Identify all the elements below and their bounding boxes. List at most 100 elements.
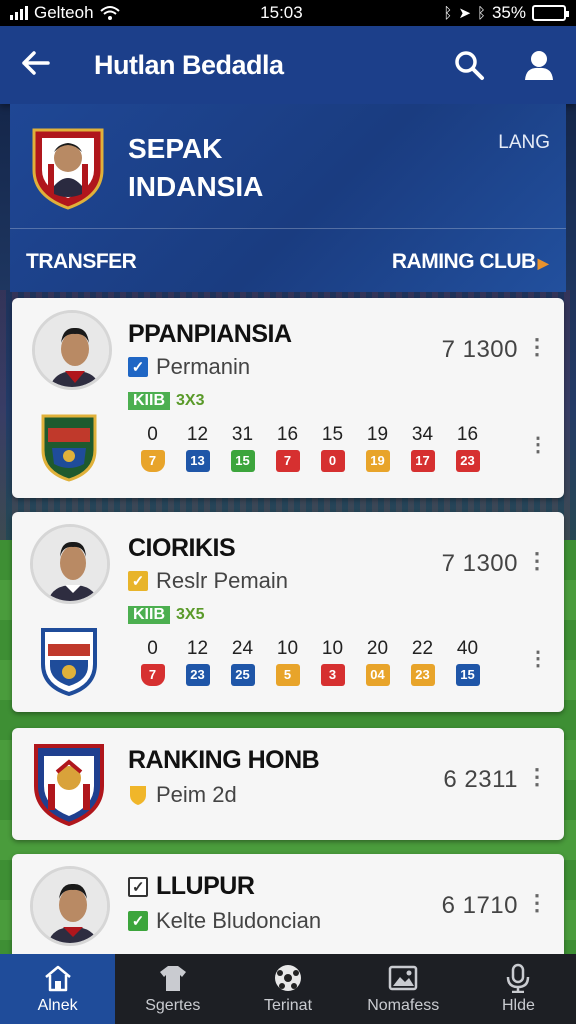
stat-cell: 12 23: [175, 638, 220, 686]
stat-badge: 3: [320, 664, 345, 686]
photo-icon: [386, 963, 420, 993]
bottom-navigation: Alnek Sgertes Terinat Nomafess Hlde: [0, 954, 576, 1024]
club-card[interactable]: RANKING HONB Peim 2d 6 2311 ⋮: [12, 728, 564, 840]
player-card[interactable]: PPANPIANSIA ✓ Permanin KIIB 3X3 7 1300 ⋮…: [12, 298, 564, 498]
carrier-name: Gelteoh: [34, 3, 94, 22]
player-name: CIORIKIS: [128, 534, 236, 562]
stat-value: 16: [276, 424, 299, 445]
stat-cell: 24 25: [220, 638, 265, 686]
hero-title: SEPAK INDANSIA: [128, 130, 263, 206]
profile-button[interactable]: [522, 48, 556, 82]
player-role-label: Kelte Bludoncian: [156, 908, 322, 933]
player-name-row: ✓ LLUPUR: [128, 872, 255, 901]
hero-banner: SEPAK INDANSIA LANG TRANSFER RAMING CLUB…: [10, 104, 566, 292]
hero-title-line1: SEPAK: [128, 133, 223, 164]
more-options-button[interactable]: ⋮: [526, 548, 548, 574]
back-arrow-icon: [22, 51, 50, 75]
stat-badge: 7: [140, 450, 165, 472]
stat-value: 10: [276, 638, 299, 659]
nav-item-home[interactable]: Alnek: [0, 954, 116, 1024]
stats-row: 0 7 12 23 24 25 10 5 10 3 20 04 22 23 40 15: [130, 638, 490, 686]
stat-value: 22: [411, 638, 434, 659]
nav-item-sports[interactable]: Sgertes: [115, 954, 230, 1024]
nav-label: Hlde: [501, 997, 535, 1014]
club-crest-icon: [34, 744, 104, 826]
stat-cell: 07: [130, 638, 175, 686]
nav-item-hide[interactable]: Hlde: [461, 954, 576, 1024]
player-card[interactable]: ✓ LLUPUR ✓ Kelte Bludoncian 6 1710 ⋮: [12, 854, 564, 954]
stat-value: 12: [186, 638, 209, 659]
checkbox-checked-icon[interactable]: ✓: [128, 357, 148, 377]
player-card[interactable]: CIORIKIS ✓ Reslr Pemain KIIB 3X5 7 1300 …: [12, 512, 564, 712]
tab-transfer[interactable]: TRANSFER: [26, 250, 137, 274]
user-icon: [525, 51, 553, 80]
player-photo-icon: [33, 527, 107, 601]
status-time: 15:03: [260, 3, 303, 22]
player-photo-icon: [35, 313, 109, 387]
search-button[interactable]: [452, 48, 486, 82]
nav-label: Sgertes: [145, 997, 201, 1014]
stat-cell: 31 15: [220, 424, 265, 472]
back-button[interactable]: [20, 48, 60, 82]
stats-more-button[interactable]: ⋮: [528, 646, 548, 671]
checkbox-checked-icon[interactable]: ✓: [128, 911, 148, 931]
home-icon: [41, 963, 75, 993]
stat-cell: 34 17: [400, 424, 445, 472]
nav-item-matches[interactable]: Terinat: [230, 954, 345, 1024]
stat-cell: 10 3: [310, 638, 355, 686]
stat-badge: 7: [275, 450, 300, 472]
avatar: [30, 866, 110, 946]
wifi-icon: [99, 6, 120, 20]
team-crest-icon: [32, 128, 104, 210]
stat-badge: 7: [140, 664, 165, 686]
stat-cell: 07: [130, 424, 175, 472]
nav-label: Alnek: [37, 997, 78, 1014]
more-options-button[interactable]: ⋮: [526, 764, 548, 790]
player-role-label: Reslr Pemain: [156, 568, 289, 593]
player-role: ✓ Permanin: [128, 354, 250, 380]
stat-value: 24: [231, 638, 254, 659]
stat-value: 34: [411, 424, 434, 445]
hero-title-line2: INDANSIA: [128, 171, 264, 202]
stat-cell: 10 5: [265, 638, 310, 686]
tab-ranking-club[interactable]: RAMING CLUB ▶: [392, 250, 549, 274]
bluetooth-icon-2: ᛒ: [476, 4, 486, 22]
tag-badge: KIIB: [128, 606, 170, 624]
language-button[interactable]: LANG: [498, 132, 550, 154]
stats-row: 0 7 12 13 31 15 16 7 15 0 19 19 34 17 16 23: [130, 424, 490, 472]
stat-value: 10: [321, 638, 344, 659]
mic-icon: [501, 963, 535, 993]
stat-cell: 16 7: [265, 424, 310, 472]
stat-value: 12: [186, 424, 209, 445]
nav-item-news[interactable]: Nomafess: [346, 954, 461, 1024]
stat-badge: 15: [230, 450, 255, 472]
app-bar: Hutlan Bedadla: [0, 26, 576, 104]
player-score: 6 1710: [441, 892, 518, 919]
club-crest-icon: [41, 628, 97, 696]
stat-value: 0: [147, 638, 158, 659]
stat-badge: 13: [185, 450, 210, 472]
more-options-button[interactable]: ⋮: [526, 334, 548, 360]
player-score: 7 1300: [441, 336, 518, 363]
hero-divider: [10, 228, 566, 229]
player-role: ✓ Kelte Bludoncian: [128, 908, 321, 934]
more-options-button[interactable]: ⋮: [526, 890, 548, 916]
checkbox-icon[interactable]: ✓: [128, 876, 148, 897]
stats-more-button[interactable]: ⋮: [528, 432, 548, 457]
status-bar: Gelteoh 15:03 ᛒ ➤ ᛒ 35%: [0, 0, 576, 26]
tag-value: 3X5: [176, 606, 205, 623]
signal-icon: [10, 6, 28, 20]
stat-value: 0: [147, 424, 158, 445]
stat-value: 20: [366, 638, 389, 659]
player-role-label: Permanin: [156, 354, 251, 379]
nav-label: Nomafess: [367, 997, 440, 1014]
stat-value: 40: [456, 638, 479, 659]
stat-badge: 15: [455, 664, 480, 686]
stat-value: 15: [321, 424, 344, 445]
stat-cell: 22 23: [400, 638, 445, 686]
checkbox-checked-icon[interactable]: ✓: [128, 571, 148, 591]
tag-badge: KIIB: [128, 392, 170, 410]
club-name: RANKING HONB: [128, 746, 320, 774]
player-photo-icon: [33, 869, 107, 943]
stat-value: 31: [231, 424, 254, 445]
